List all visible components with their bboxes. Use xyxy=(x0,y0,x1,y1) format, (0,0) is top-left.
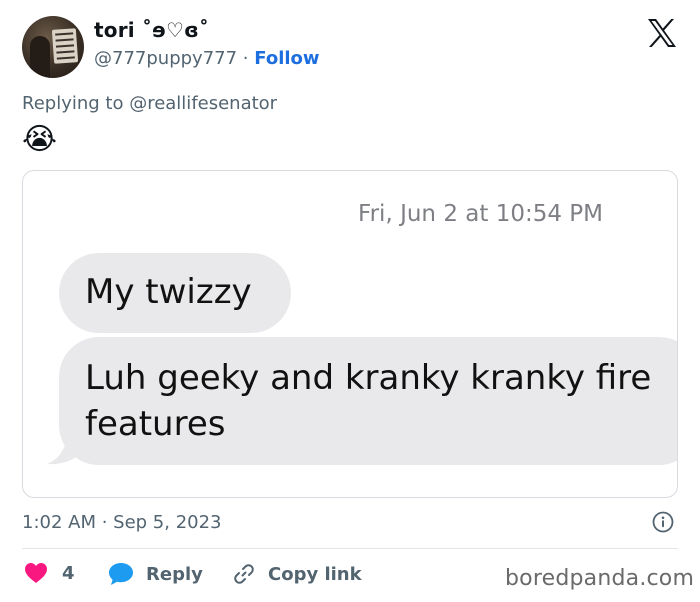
author-handle[interactable]: @777puppy777 xyxy=(94,48,237,69)
like-button[interactable]: 4 xyxy=(24,562,75,584)
avatar-sign xyxy=(51,28,79,64)
copy-link-label: Copy link xyxy=(268,563,362,585)
embedded-screenshot-card[interactable]: Fri, Jun 2 at 10:54 PM My twizzy Luh gee… xyxy=(22,170,678,498)
follow-button[interactable]: Follow xyxy=(254,48,319,69)
message-bubble: My twizzy xyxy=(59,253,291,333)
speech-bubble-icon xyxy=(109,563,133,585)
tweet-timestamp[interactable]: 1:02 AM · Sep 5, 2023 xyxy=(22,512,222,533)
reply-label: Reply xyxy=(146,563,203,585)
avatar-figure xyxy=(30,36,50,78)
divider xyxy=(22,548,678,549)
x-logo-icon[interactable] xyxy=(646,18,678,48)
replying-to-text[interactable]: Replying to @reallifesenator xyxy=(22,93,277,114)
watermark: boredpanda.com xyxy=(505,566,695,591)
author-handle-row: @777puppy777 · Follow xyxy=(94,48,320,69)
avatar[interactable] xyxy=(22,16,84,78)
heart-icon xyxy=(25,563,47,583)
message-bubble: Luh geeky and kranky kranky fire feature… xyxy=(59,337,677,465)
info-icon[interactable] xyxy=(652,511,674,533)
handle-separator: · xyxy=(242,48,249,69)
copy-link-button[interactable]: Copy link xyxy=(232,562,362,586)
message-date-header: Fri, Jun 2 at 10:54 PM xyxy=(358,201,603,227)
like-count: 4 xyxy=(62,562,75,584)
author-display-name[interactable]: tori ˚ɘ♡ɞ˚ xyxy=(94,18,209,42)
link-icon xyxy=(234,564,254,584)
reply-button[interactable]: Reply xyxy=(108,562,203,586)
loudly-crying-emoji: 😭 xyxy=(22,122,58,157)
